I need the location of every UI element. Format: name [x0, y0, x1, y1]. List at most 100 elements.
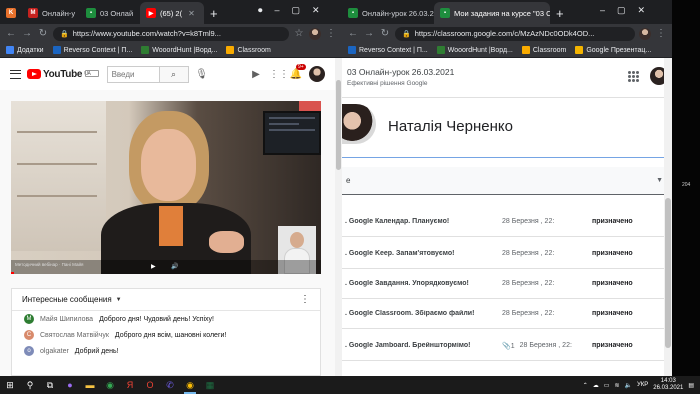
forward-button[interactable]: →	[363, 28, 375, 39]
apps-grid-icon[interactable]	[628, 71, 639, 82]
youtube-logo[interactable]: YouTube UA	[27, 69, 91, 80]
class-title[interactable]: 03 Онлайн-урок 26.03.2021	[347, 67, 454, 77]
forward-button[interactable]: →	[21, 28, 33, 39]
reverso-icon	[348, 46, 356, 54]
bookmark-wooordhunt[interactable]: WooordHunt |Ворд...	[141, 46, 217, 54]
menu-icon[interactable]: ⋮	[325, 28, 337, 39]
start-button[interactable]: ⊞	[0, 376, 20, 394]
gmail-icon: M	[28, 8, 38, 18]
back-button[interactable]: ←	[347, 28, 359, 39]
assignment-row[interactable]: . Google Keep. Запам'ятовуємо! 28 Березн…	[342, 239, 667, 269]
chat-title[interactable]: Интересные сообщения	[22, 295, 112, 304]
student-avatar	[342, 104, 376, 144]
new-tab-button[interactable]: +	[204, 6, 224, 24]
cortana-icon[interactable]: ●	[60, 376, 80, 394]
youtube-play-icon	[27, 69, 41, 79]
file-explorer-icon[interactable]: ▬	[80, 376, 100, 394]
tab-youtube[interactable]: ▶ (65) 2( ✕	[140, 2, 204, 24]
search-input[interactable]	[106, 65, 159, 83]
tab-online-lesson[interactable]: ▪ Онлайн-урок 26.03.2021 ( ×	[342, 2, 434, 24]
tab-my-assignments[interactable]: ▪ Мои задания на курсе "03 О ✕	[434, 2, 550, 24]
chrome-icon[interactable]: ◉	[100, 376, 120, 394]
assignment-row[interactable]: . Google Classroom. Збіраємо файли! 28 Б…	[342, 299, 667, 329]
tab-label: 03 Онлай	[100, 8, 134, 18]
opera-icon[interactable]: O	[140, 376, 160, 394]
account-avatar[interactable]	[309, 66, 325, 82]
microphone-icon[interactable]: 🎙	[195, 69, 209, 80]
chevron-up-icon[interactable]: ⌃	[583, 382, 588, 389]
hamburger-menu-icon[interactable]	[10, 69, 21, 79]
video-player[interactable]: Методичний вебінар · Пані Майя ▶ 🔊	[11, 101, 321, 274]
maximize-button[interactable]: ▢	[292, 5, 301, 16]
classroom-content	[342, 98, 664, 376]
clock[interactable]: 14:03 26.03.2021	[653, 378, 683, 392]
video-progress[interactable]	[11, 272, 14, 274]
chrome-running-icon[interactable]: ◉	[180, 376, 200, 394]
yandex-icon[interactable]: Я	[120, 376, 140, 394]
minimize-button[interactable]: –	[600, 5, 605, 15]
profile-avatar[interactable]	[309, 27, 321, 40]
monitor-in-video	[263, 111, 321, 155]
address-bar[interactable]: 🔒 https://www.youtube.com/watch?v=k8Tml9…	[53, 26, 289, 41]
apps-grid-icon[interactable]: ⋮⋮	[269, 69, 289, 80]
reload-button[interactable]: ↻	[37, 28, 49, 39]
menu-icon[interactable]: ⋮	[655, 28, 667, 39]
assignment-row[interactable]: . Google Календар. Плануємо! 28 Березня …	[342, 207, 667, 237]
volume-icon[interactable]: 🔈	[625, 382, 632, 389]
page-scrollbar[interactable]	[335, 58, 342, 376]
assignment-status: призначено	[592, 250, 633, 257]
language-indicator[interactable]: УКР	[637, 382, 648, 388]
assignment-row[interactable]: . Google Jamboard. Брейнштормімо! 📎1 28 …	[342, 331, 667, 361]
close-window-button[interactable]: ✕	[312, 5, 320, 16]
wifi-icon[interactable]: ≋	[614, 382, 619, 389]
scrollbar-thumb[interactable]	[665, 198, 671, 348]
keyboard-icon[interactable]	[84, 69, 99, 77]
notifications-icon[interactable]: ▤	[688, 382, 694, 389]
maximize-button[interactable]: ▢	[617, 5, 626, 16]
assignment-row[interactable]: . Google Завдання. Упорядковуємо! 28 Бер…	[342, 269, 667, 299]
tab-pinned[interactable]: K	[0, 2, 22, 24]
assignment-status: призначено	[592, 218, 633, 225]
bookmark-google-slides[interactable]: Google Презентац...	[575, 46, 651, 54]
bookmark-apps[interactable]: Додатки	[6, 46, 44, 54]
reload-button[interactable]: ↻	[379, 28, 391, 39]
bookmark-classroom[interactable]: Classroom	[521, 46, 566, 54]
assignment-filter-select[interactable]: е ▼	[342, 167, 667, 195]
chat-message: M Майя Шипилова Доброго дня! Чудовий ден…	[12, 311, 320, 327]
url-text: https://www.youtube.com/watch?v=k8Tml9..…	[72, 29, 221, 38]
desktop-screen: K M Онлайн-у ✕ ▪ 03 Онлай ✕ ▶ (65) 2( ✕ …	[0, 0, 700, 394]
onedrive-icon[interactable]: ☁	[593, 382, 599, 389]
play-pause-button[interactable]: ▶	[151, 263, 156, 270]
volume-icon[interactable]: 🔊	[171, 263, 178, 270]
bookmark-wooordhunt[interactable]: WooordHunt |Ворд...	[436, 46, 513, 54]
search-icon[interactable]: ⚲	[20, 376, 40, 394]
address-bar[interactable]: 🔒 https://classroom.google.com/c/MzAzNDc…	[395, 26, 635, 41]
close-icon[interactable]: ✕	[188, 9, 195, 18]
more-options-icon[interactable]: ⋮	[300, 294, 310, 305]
profile-avatar[interactable]	[639, 27, 651, 40]
task-view-icon[interactable]: ⧉	[40, 376, 60, 394]
back-button[interactable]: ←	[5, 28, 17, 39]
scrollbar-thumb[interactable]	[336, 80, 341, 170]
chevron-down-icon[interactable]: ▼	[116, 297, 122, 303]
close-window-button[interactable]: ✕	[638, 5, 646, 16]
excel-icon[interactable]: ▦	[200, 376, 220, 394]
new-tab-button[interactable]: +	[550, 6, 570, 24]
star-icon[interactable]: ☆	[293, 28, 305, 39]
classroom-icon: ▪	[440, 8, 450, 18]
bookmark-reverso[interactable]: Reverso Context | П...	[52, 46, 132, 54]
bookmark-reverso[interactable]: Reverso Context | П...	[348, 46, 428, 54]
record-icon[interactable]: ⏺	[258, 5, 263, 16]
tab-classroom[interactable]: ▪ 03 Онлай ✕	[80, 2, 140, 24]
tab-label: (65) 2(	[160, 8, 183, 18]
bookshelf	[11, 101, 106, 251]
viber-icon[interactable]: ✆	[160, 376, 180, 394]
page-scrollbar[interactable]	[664, 58, 672, 376]
battery-icon[interactable]: ▭	[604, 382, 610, 389]
tab-gmail[interactable]: M Онлайн-у ✕	[22, 2, 80, 24]
create-video-icon[interactable]: ▶	[249, 69, 263, 80]
notifications-bell-icon[interactable]: 🔔 9+	[289, 63, 306, 80]
search-button[interactable]: ⌕	[158, 65, 189, 83]
minimize-button[interactable]: –	[275, 5, 280, 15]
bookmark-classroom[interactable]: Classroom	[226, 46, 271, 54]
